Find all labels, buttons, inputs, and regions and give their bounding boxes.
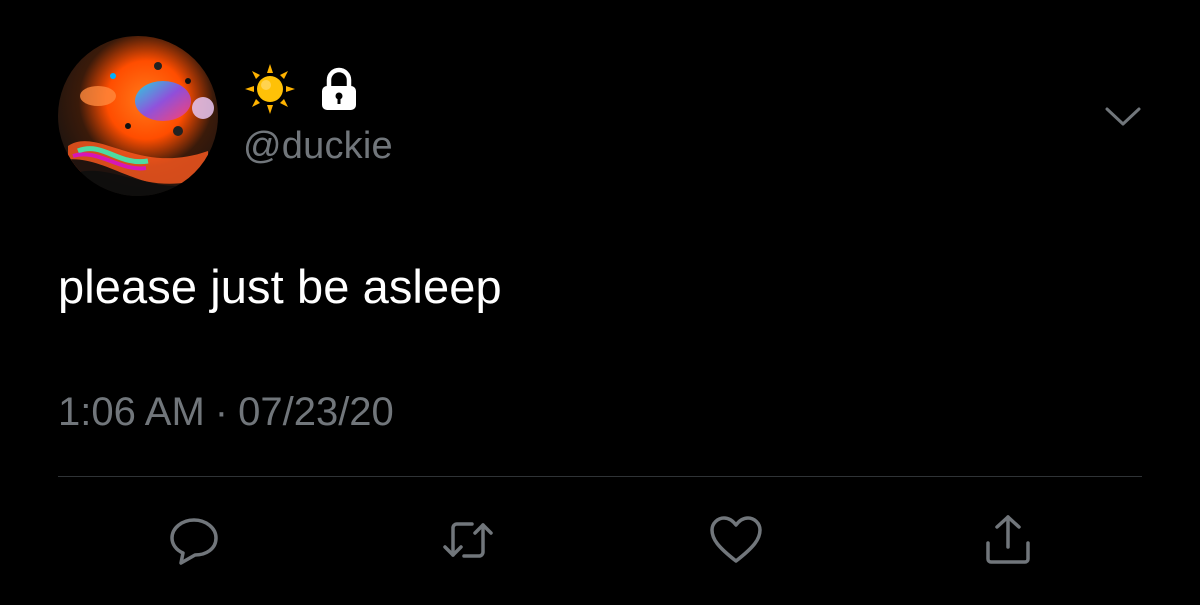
user-handle[interactable]: @duckie [243,124,393,168]
retweet-button[interactable] [440,512,496,568]
tweet-text: please just be asleep [58,260,502,313]
tweet-timestamp: 1:06 AM · 07/23/20 [58,388,394,436]
chevron-down-icon[interactable] [1104,104,1142,130]
lock-icon [318,67,360,111]
timestamp-separator: · [214,390,229,434]
display-name-row [244,64,360,114]
like-icon [708,514,764,566]
avatar[interactable] [58,36,218,196]
share-button[interactable] [980,512,1036,568]
retweet-icon [440,513,496,567]
tweet-date: 07/23/20 [238,390,394,434]
like-button[interactable] [708,512,764,568]
reply-button[interactable] [166,512,222,568]
sun-icon [244,63,296,115]
tweet-time: 1:06 AM [58,390,205,434]
reply-icon [167,513,221,567]
share-icon [981,513,1035,567]
divider [58,476,1142,477]
